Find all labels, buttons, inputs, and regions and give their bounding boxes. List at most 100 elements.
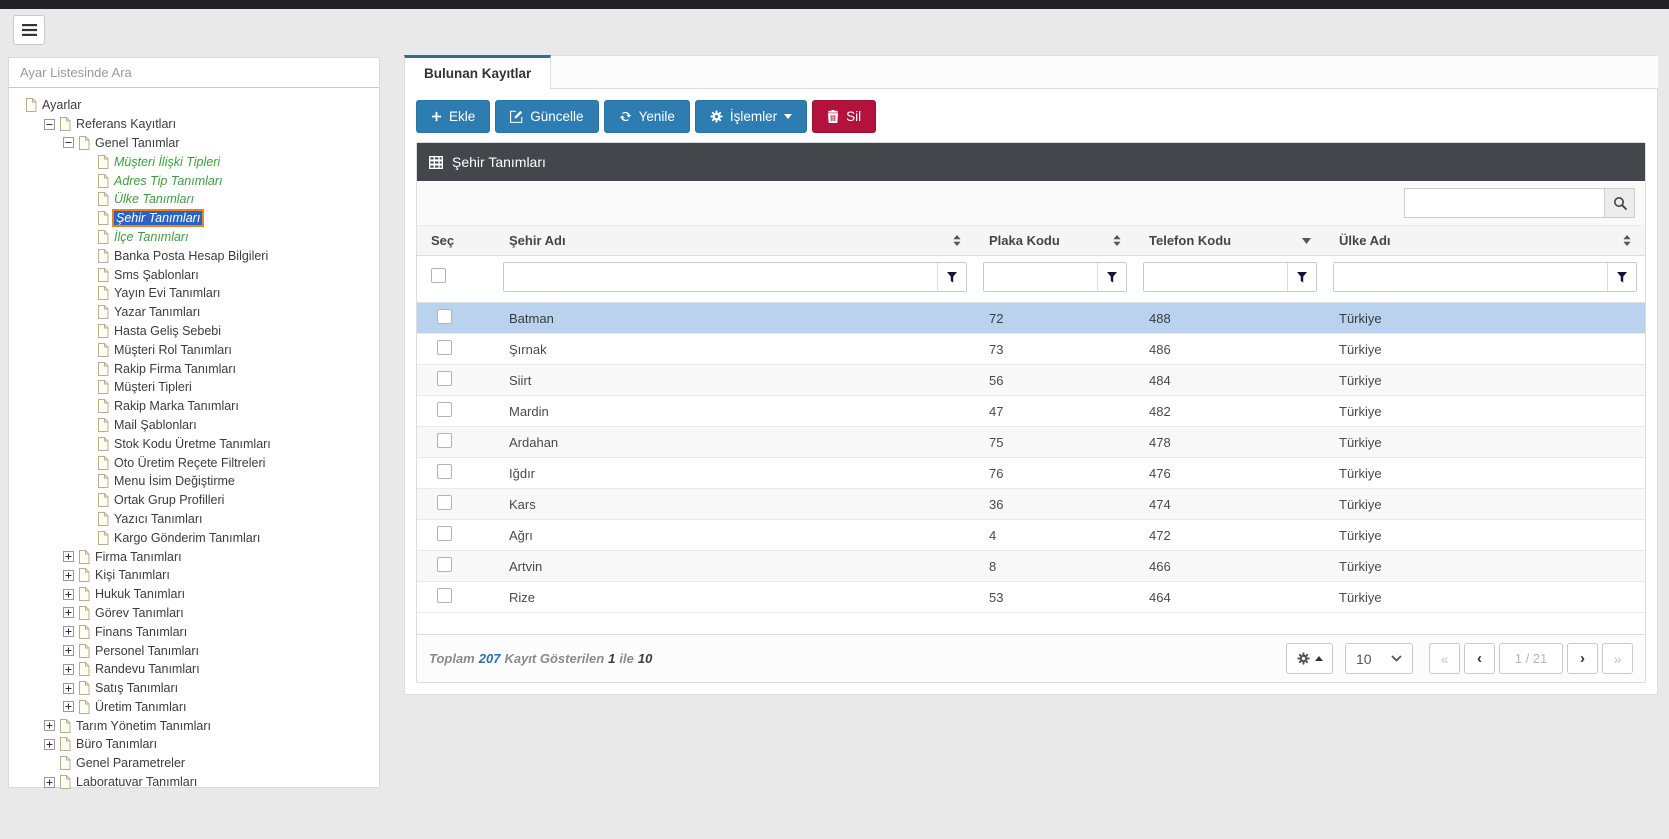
column-header-1[interactable]: Şehir Adı: [495, 226, 975, 256]
tree-plus-expander-icon[interactable]: [63, 589, 74, 600]
tree-item[interactable]: Laboratuvar Tanımları: [15, 773, 375, 792]
table-row[interactable]: Artvin8466Türkiye: [417, 551, 1645, 582]
tree-item[interactable]: Adres Tip Tanımları: [15, 171, 375, 190]
tree-item[interactable]: Üretim Tanımları: [15, 698, 375, 717]
tree-plus-expander-icon[interactable]: [63, 626, 74, 637]
tree-item[interactable]: Menu İsim Değiştirme: [15, 472, 375, 491]
table-row[interactable]: Şırnak73486Türkiye: [417, 334, 1645, 365]
column-header-2[interactable]: Plaka Kodu: [975, 226, 1135, 256]
tree-item[interactable]: Müşteri Tipleri: [15, 378, 375, 397]
column-header-4[interactable]: Ülke Adı: [1325, 226, 1645, 256]
tree-item[interactable]: Ortak Grup Profilleri: [15, 491, 375, 510]
tree-item[interactable]: Kişi Tanımları: [15, 566, 375, 585]
tree-plus-expander-icon[interactable]: [63, 551, 74, 562]
grid-search-input[interactable]: [1404, 188, 1604, 218]
tree-item[interactable]: Ülke Tanımları: [15, 190, 375, 209]
tree-item[interactable]: İlçe Tanımları: [15, 228, 375, 247]
row-checkbox[interactable]: [437, 464, 452, 479]
tree-plus-expander-icon[interactable]: [63, 701, 74, 712]
tree-plus-expander-icon[interactable]: [63, 664, 74, 675]
refresh-button[interactable]: Yenile: [604, 100, 690, 133]
tree-item[interactable]: Finans Tanımları: [15, 622, 375, 641]
sort-down-icon[interactable]: [1302, 238, 1311, 244]
tree-item[interactable]: Görev Tanımları: [15, 604, 375, 623]
table-row[interactable]: Rize53464Türkiye: [417, 582, 1645, 613]
row-checkbox[interactable]: [437, 309, 452, 324]
settings-search-input[interactable]: [9, 58, 379, 88]
row-checkbox[interactable]: [437, 495, 452, 510]
table-row[interactable]: Mardin47482Türkiye: [417, 396, 1645, 427]
table-row[interactable]: Iğdır76476Türkiye: [417, 458, 1645, 489]
row-checkbox[interactable]: [437, 557, 452, 572]
tree-item[interactable]: Büro Tanımları: [15, 735, 375, 754]
tree-minus-expander-icon[interactable]: [44, 119, 55, 130]
row-checkbox[interactable]: [437, 402, 452, 417]
sort-both-icon[interactable]: [953, 235, 961, 246]
select-all-checkbox[interactable]: [431, 268, 446, 283]
tree-item[interactable]: Referans Kayıtları: [15, 115, 375, 134]
table-row[interactable]: Siirt56484Türkiye: [417, 365, 1645, 396]
tree-item[interactable]: Personel Tanımları: [15, 641, 375, 660]
menu-toggle-button[interactable]: [13, 15, 45, 45]
tree-item[interactable]: Firma Tanımları: [15, 547, 375, 566]
row-checkbox[interactable]: [437, 371, 452, 386]
next-page-button[interactable]: ›: [1567, 643, 1598, 674]
row-checkbox[interactable]: [437, 588, 452, 603]
tree-item[interactable]: Rakip Firma Tanımları: [15, 359, 375, 378]
filter-button[interactable]: [1607, 263, 1636, 291]
sort-both-icon[interactable]: [1113, 235, 1121, 246]
tree-item[interactable]: Müşteri Rol Tanımları: [15, 340, 375, 359]
sort-both-icon[interactable]: [1623, 235, 1631, 246]
table-row[interactable]: Ağrı4472Türkiye: [417, 520, 1645, 551]
tree-plus-expander-icon[interactable]: [44, 739, 55, 750]
tree-item[interactable]: Kargo Gönderim Tanımları: [15, 528, 375, 547]
tree-item[interactable]: Hukuk Tanımları: [15, 585, 375, 604]
tree-item[interactable]: Randevu Tanımları: [15, 660, 375, 679]
filter-input-1[interactable]: [504, 263, 937, 291]
tree-plus-expander-icon[interactable]: [63, 570, 74, 581]
tree-item[interactable]: Mail Şablonları: [15, 416, 375, 435]
tab-found-records[interactable]: Bulunan Kayıtlar: [404, 55, 551, 89]
table-row[interactable]: Ardahan75478Türkiye: [417, 427, 1645, 458]
tree-item[interactable]: Ayarlar: [15, 96, 375, 115]
filter-input-3[interactable]: [1144, 263, 1287, 291]
tree-item[interactable]: Rakip Marka Tanımları: [15, 397, 375, 416]
column-header-3[interactable]: Telefon Kodu: [1135, 226, 1325, 256]
last-page-button[interactable]: »: [1602, 643, 1633, 674]
tree-item[interactable]: Banka Posta Hesap Bilgileri: [15, 246, 375, 265]
row-checkbox[interactable]: [437, 526, 452, 541]
tree-plus-expander-icon[interactable]: [44, 720, 55, 731]
tree-plus-expander-icon[interactable]: [44, 777, 55, 788]
tree-item[interactable]: Satış Tanımları: [15, 679, 375, 698]
previous-page-button[interactable]: ‹: [1464, 643, 1495, 674]
delete-button[interactable]: Sil: [812, 100, 876, 133]
filter-input-4[interactable]: [1334, 263, 1607, 291]
grid-settings-button[interactable]: [1286, 643, 1333, 674]
tree-item[interactable]: Şehir Tanımları: [15, 209, 375, 228]
tree-item[interactable]: Yazıcı Tanımları: [15, 510, 375, 529]
tree-item[interactable]: Genel Tanımlar: [15, 134, 375, 153]
filter-button[interactable]: [937, 263, 966, 291]
tree-item[interactable]: Yazar Tanımları: [15, 303, 375, 322]
row-checkbox[interactable]: [437, 340, 452, 355]
tree-item[interactable]: Tarım Yönetim Tanımları: [15, 716, 375, 735]
row-checkbox[interactable]: [437, 433, 452, 448]
tree-item[interactable]: Müşteri İlişki Tipleri: [15, 152, 375, 171]
actions-button[interactable]: İşlemler: [695, 100, 807, 133]
update-button[interactable]: Güncelle: [495, 100, 598, 133]
add-button[interactable]: Ekle: [416, 100, 490, 133]
table-row[interactable]: Batman72488Türkiye: [417, 303, 1645, 334]
filter-input-2[interactable]: [984, 263, 1097, 291]
tree-plus-expander-icon[interactable]: [63, 607, 74, 618]
filter-button[interactable]: [1097, 263, 1126, 291]
tree-item[interactable]: Hasta Geliş Sebebi: [15, 322, 375, 341]
tree-item[interactable]: Yayın Evi Tanımları: [15, 284, 375, 303]
tree-item[interactable]: Sms Şablonları: [15, 265, 375, 284]
tree-minus-expander-icon[interactable]: [63, 137, 74, 148]
tree-item[interactable]: Oto Üretim Reçete Filtreleri: [15, 453, 375, 472]
filter-button[interactable]: [1287, 263, 1316, 291]
search-button[interactable]: [1604, 188, 1635, 218]
page-size-select[interactable]: 10: [1345, 643, 1413, 674]
first-page-button[interactable]: «: [1429, 643, 1460, 674]
tree-plus-expander-icon[interactable]: [63, 645, 74, 656]
